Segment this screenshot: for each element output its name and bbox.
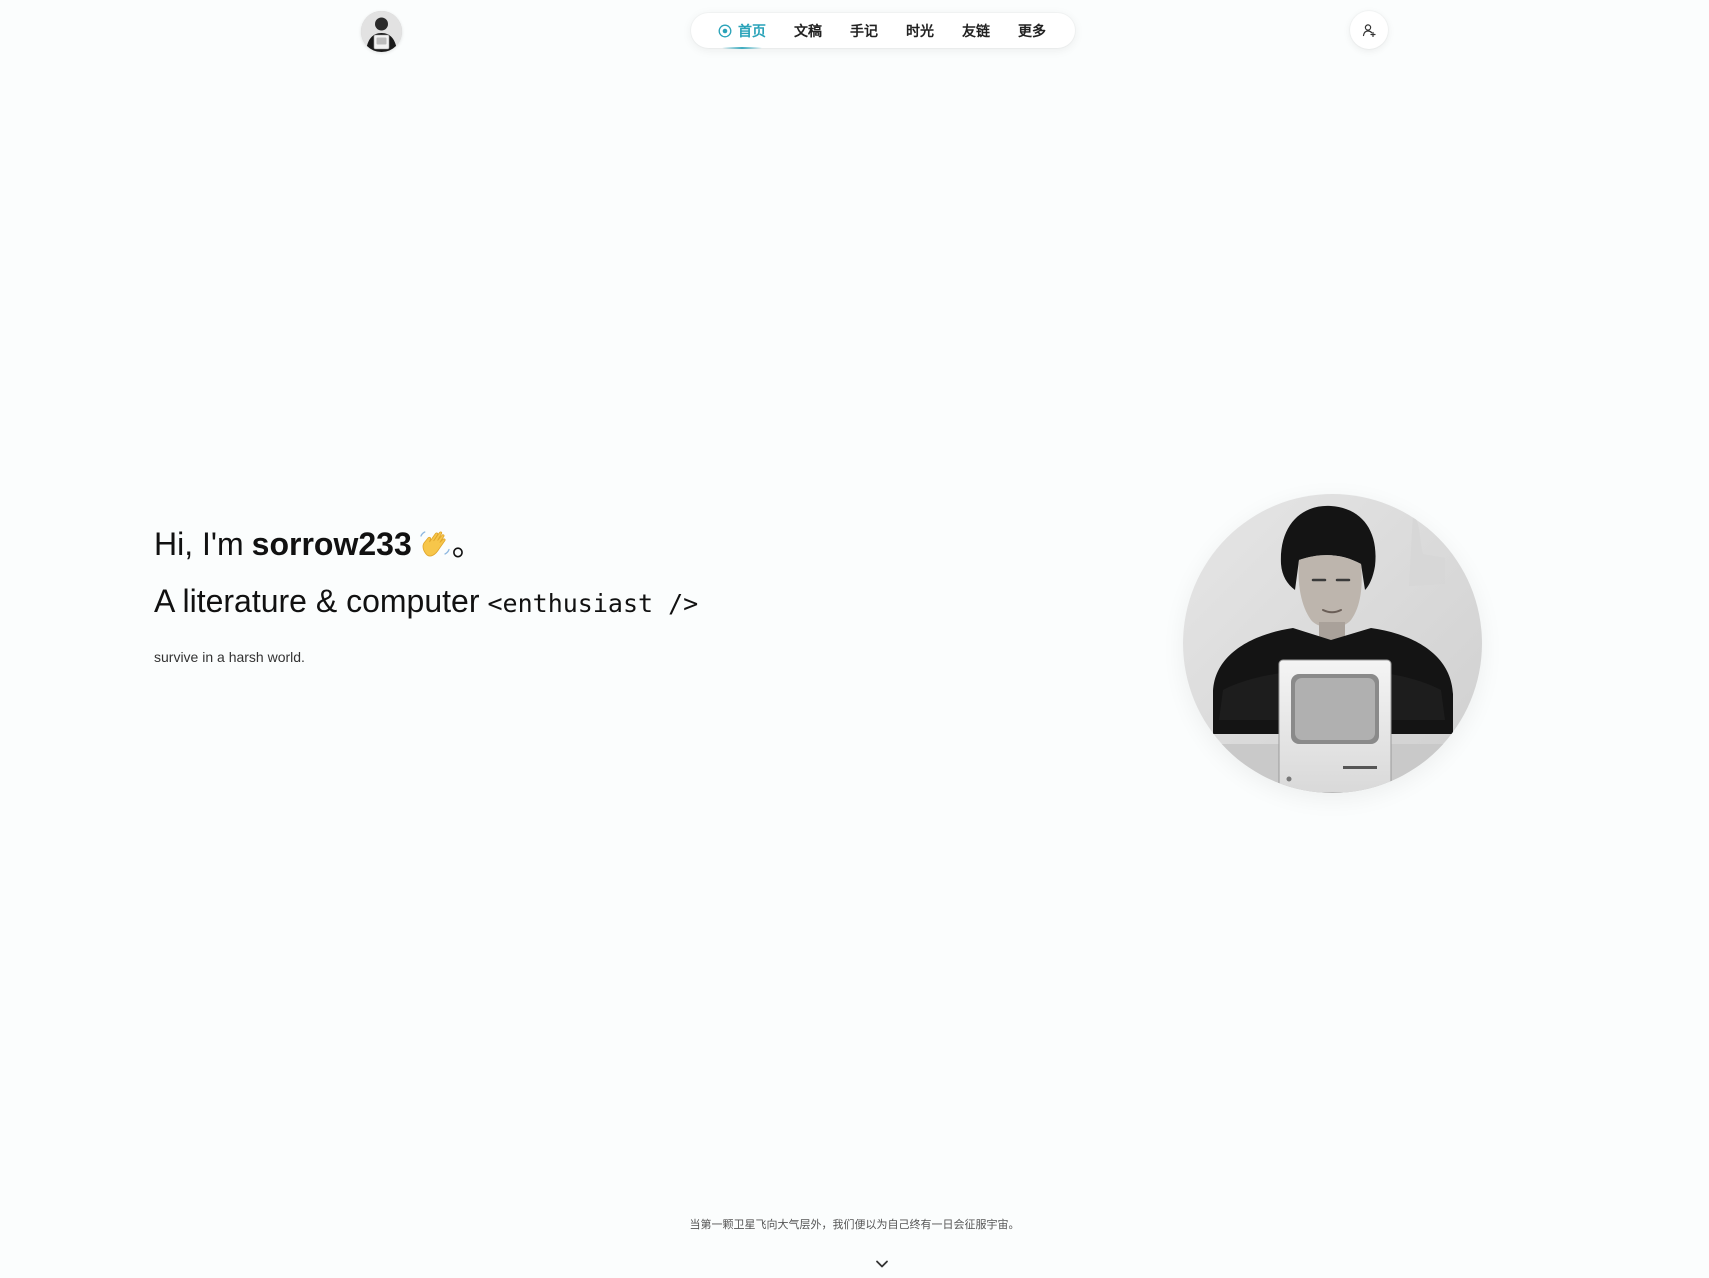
nav-item-more[interactable]: 更多 [1018,13,1046,48]
hero-greeting: Hi, I'm sorrow233 。 [154,520,484,568]
greeting-punctuation: 。 [451,526,484,562]
hero-role: A literature & computer <enthusiast /> [154,577,698,628]
waving-hand-icon [420,531,450,557]
user-button[interactable] [1350,11,1388,49]
nav-item-label: 首页 [738,22,766,39]
role-code: <enthusiast /> [487,589,699,618]
hero-tagline: survive in a harsh world. [154,649,305,665]
hero-portrait [1183,494,1482,793]
avatar-image [361,11,402,52]
main-nav: 首页 文稿 手记 时光 友链 更多 [691,13,1075,49]
nav-item-label: 手记 [850,22,878,39]
chevron-down-icon [876,1260,888,1268]
nav-item-label: 时光 [906,22,934,39]
nav-item-home[interactable]: 首页 [718,13,766,49]
user-icon [1362,24,1376,37]
site-avatar[interactable] [361,11,402,52]
greeting-text: Hi, I'm [154,526,244,562]
nav-item-label: 文稿 [794,22,822,39]
nav-item-timeline[interactable]: 时光 [906,13,934,48]
nav-item-posts[interactable]: 文稿 [794,13,822,48]
nav-item-label: 友链 [962,22,990,39]
author-name: sorrow233 [251,526,412,562]
nav-item-notes[interactable]: 手记 [850,13,878,48]
nav-item-label: 更多 [1018,22,1046,39]
role-text: A literature & computer [154,583,480,619]
nav-item-friends[interactable]: 友链 [962,13,990,48]
footer-quote: 当第一颗卫星飞向大气层外，我们便以为自己终有一日会征服宇宙。 [689,1219,1020,1231]
target-icon [718,24,732,38]
scroll-down-button[interactable] [874,1257,890,1269]
portrait-image [1183,494,1482,793]
